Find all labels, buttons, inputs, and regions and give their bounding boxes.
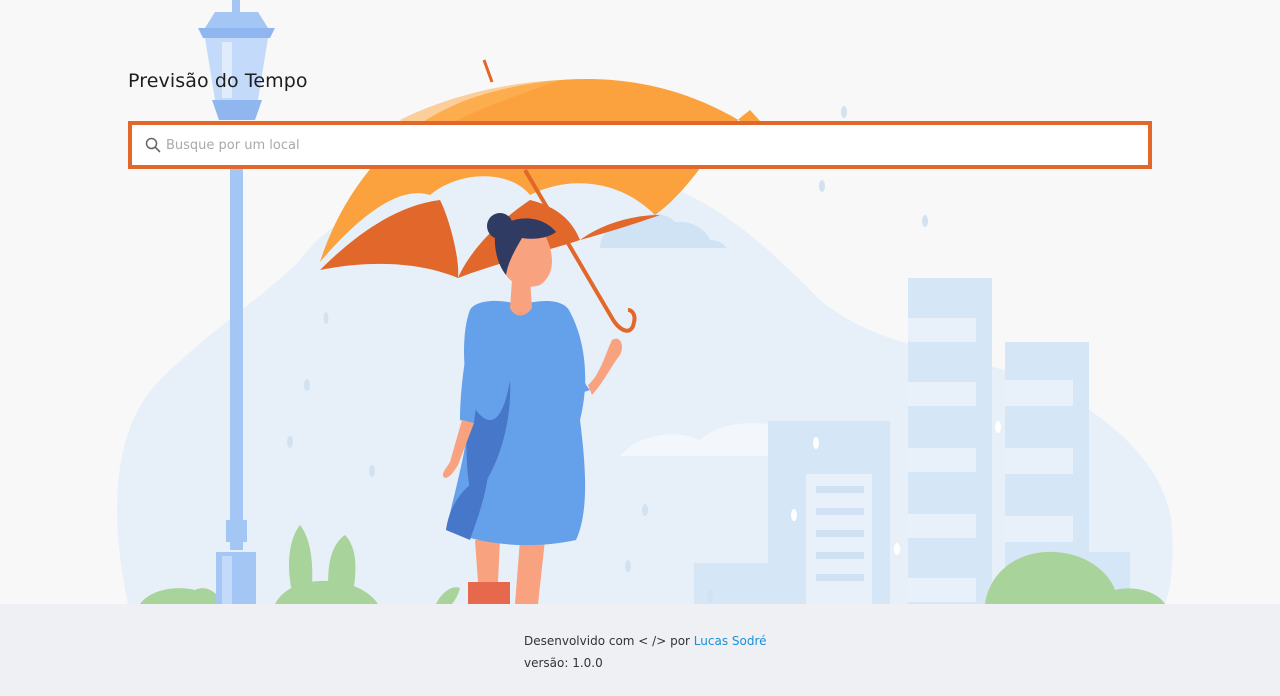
footer-credit-text: Desenvolvido com < /> por [524, 634, 690, 648]
search-icon [145, 137, 161, 153]
search-input[interactable] [166, 130, 1148, 160]
search-box[interactable] [128, 121, 1152, 169]
version-label: versão: 1.0.0 [524, 656, 603, 670]
footer-content: Desenvolvido com < /> por Lucas Sodré ve… [524, 630, 767, 674]
page-title: Previsão do Tempo [128, 70, 308, 92]
footer-credit: Desenvolvido com < /> por Lucas Sodré [524, 630, 767, 652]
author-link[interactable]: Lucas Sodré [694, 634, 767, 648]
footer: Desenvolvido com < /> por Lucas Sodré ve… [0, 604, 1280, 696]
